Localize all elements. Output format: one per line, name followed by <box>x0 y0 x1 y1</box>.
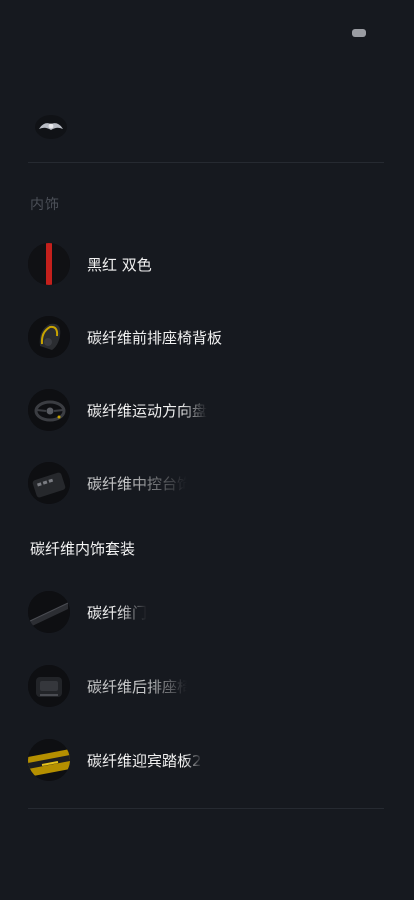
option-label: 黑红 双色 <box>87 255 152 274</box>
section-label-interior: 内饰 <box>30 197 60 213</box>
option-label: 碳纤维迎宾踏板2 <box>87 751 202 770</box>
brand-logo-row <box>28 104 384 150</box>
door-trim-thumbnail <box>28 591 70 633</box>
red-black-swatch-icon <box>28 243 70 285</box>
option-label: 碳纤维前排座椅背板 <box>87 328 223 347</box>
option-label: 碳纤维门 <box>87 603 148 622</box>
option-black-red-two-tone[interactable]: 黑红 双色 <box>28 240 384 288</box>
option-label: 碳纤维后排座椅 <box>87 677 187 696</box>
option-label: 碳纤维中控台饰 <box>87 474 187 493</box>
option-carbon-center-console[interactable]: 碳纤维中控台饰 <box>28 459 384 507</box>
door-sill-thumbnail <box>28 739 70 781</box>
option-carbon-front-seat-back[interactable]: 碳纤维前排座椅背板 <box>28 313 384 361</box>
brand-emblem-icon <box>32 112 70 142</box>
seat-back-thumbnail <box>28 316 70 358</box>
status-indicator-icon <box>352 29 366 37</box>
rear-seat-thumbnail <box>28 665 70 707</box>
option-carbon-door-sill[interactable]: 碳纤维迎宾踏板2 <box>28 736 384 784</box>
divider <box>28 808 384 809</box>
option-carbon-steering-wheel[interactable]: 碳纤维运动方向盘 <box>28 386 384 434</box>
option-carbon-door-trim[interactable]: 碳纤维门 <box>28 588 384 636</box>
center-console-thumbnail <box>28 462 70 504</box>
steering-wheel-thumbnail <box>28 389 70 431</box>
section-title-carbon-package: 碳纤维内饰套装 <box>30 540 136 558</box>
option-carbon-rear-seat[interactable]: 碳纤维后排座椅 <box>28 662 384 710</box>
option-label: 碳纤维运动方向盘 <box>87 401 208 420</box>
divider <box>28 162 384 163</box>
